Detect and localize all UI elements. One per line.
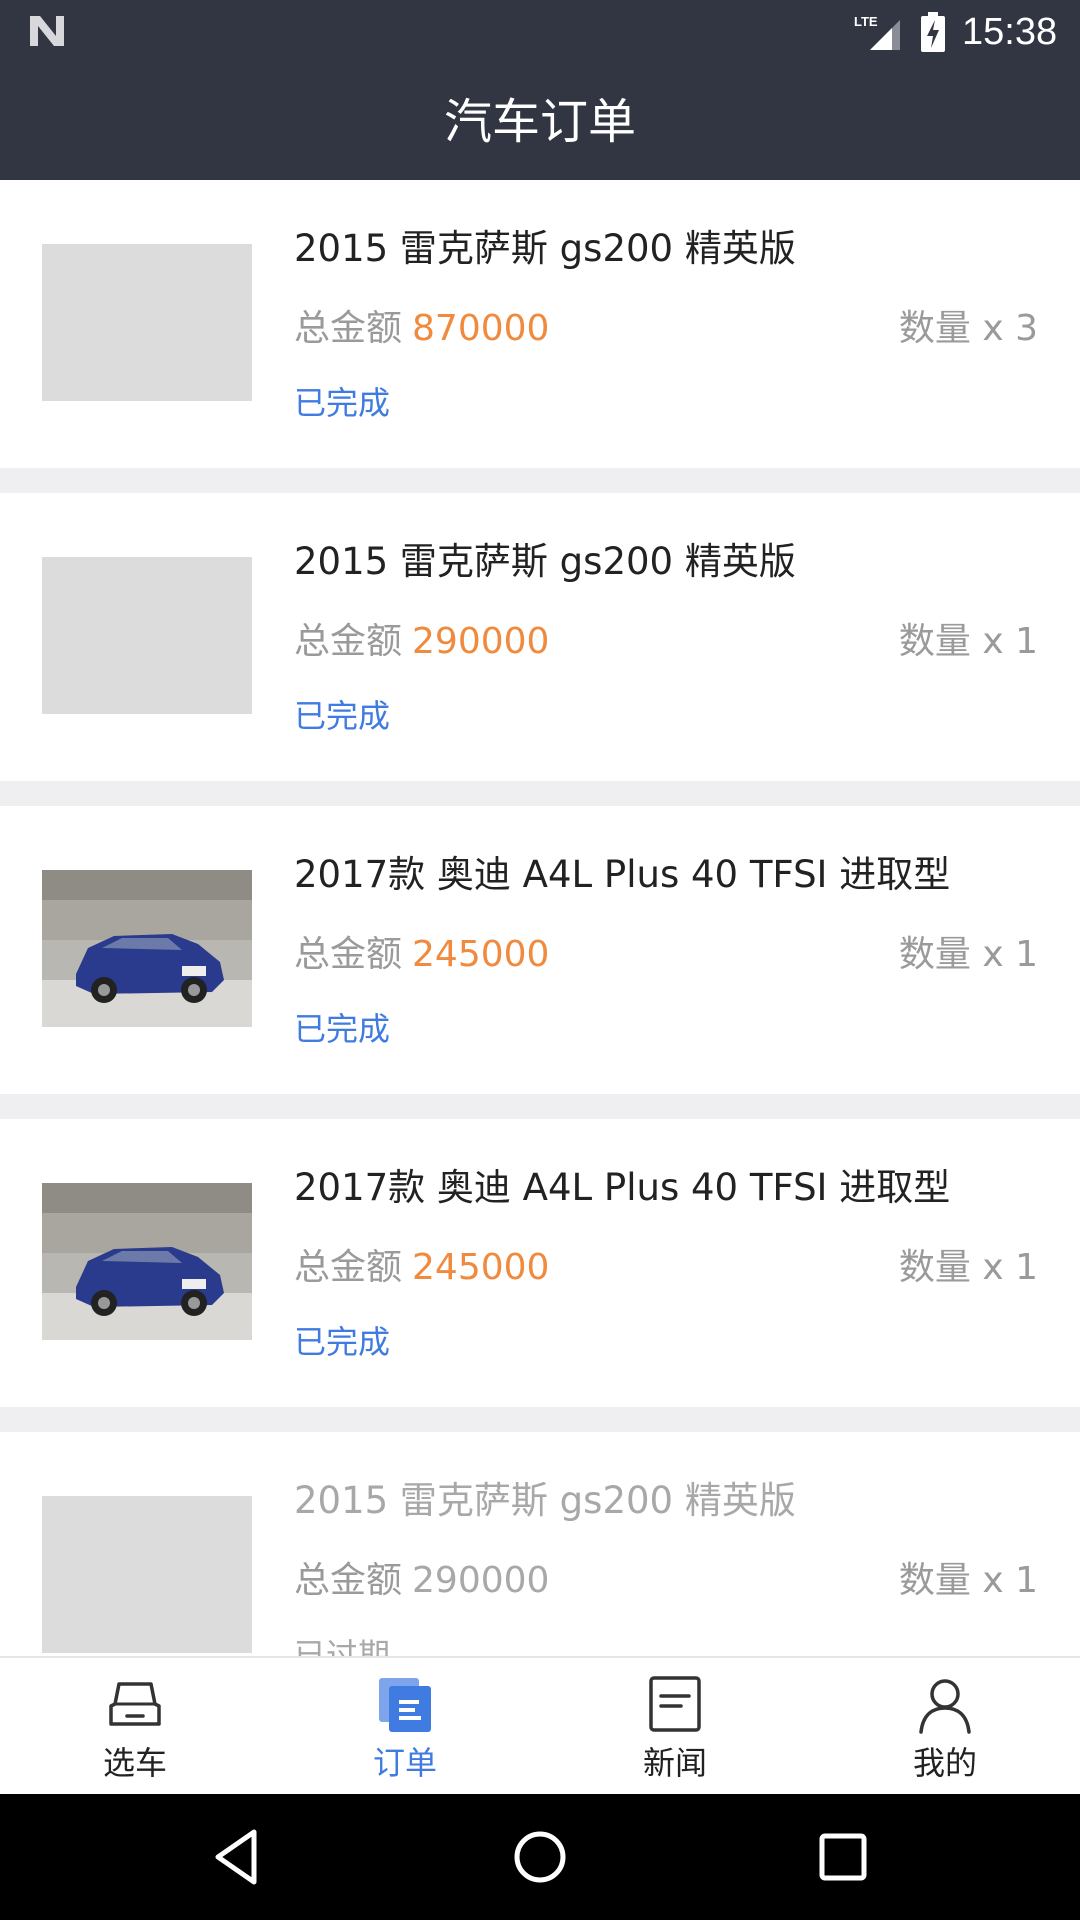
tab-news[interactable]: 新闻 [540,1658,810,1794]
car-photo [42,1183,252,1340]
order-card[interactable]: 2017款 奥迪 A4L Plus 40 TFSI 进取型 总金额 245000 … [0,1119,1080,1407]
profile-icon [919,1679,971,1734]
quantity: 数量 x 1 [898,1247,1038,1288]
car-name: 2015 雷克萨斯 gs200 精英版 [294,227,796,270]
svg-text:LTE: LTE [854,14,878,29]
amount-value: 245000 [412,934,550,975]
car-thumbnail-placeholder [42,557,252,714]
tab-label: 新闻 [642,1744,707,1782]
amount-row: 总金额 245000 [294,930,549,980]
car-icon [109,1682,161,1726]
system-navigation-bar [0,1794,1080,1920]
amount-value: 870000 [412,308,550,349]
news-icon [649,1676,701,1732]
tab-label: 订单 [372,1744,437,1782]
tab-orders[interactable]: 订单 [270,1658,540,1794]
car-thumbnail-placeholder [42,1496,252,1653]
amount-label: 总金额 [294,621,403,662]
page-title: 汽车订单 [443,94,636,150]
status-clock: 15:38 [962,11,1058,53]
amount-row: 总金额 245000 [294,1243,549,1293]
order-status: 已完成 [294,1010,391,1048]
tab-label: 我的 [912,1744,977,1782]
amount-label: 总金额 [294,1560,403,1601]
tab-profile[interactable]: 我的 [810,1658,1080,1794]
amount-value: 290000 [412,1560,550,1601]
amount-label: 总金额 [294,308,403,349]
recents-icon[interactable] [810,1824,876,1890]
car-thumbnail-placeholder [42,244,252,401]
car-name: 2017款 奥迪 A4L Plus 40 TFSI 进取型 [294,1166,951,1209]
order-card[interactable]: 2015 雷克萨斯 gs200 精英版 总金额 290000 数量 x 1 已过期 [0,1432,1080,1656]
quantity: 数量 x 1 [898,1560,1038,1601]
order-status: 已完成 [294,384,391,422]
lte-signal-icon: LTE [854,14,900,50]
amount-row: 总金额 290000 [294,1556,549,1606]
amount-row: 总金额 290000 [294,617,549,667]
home-icon[interactable] [507,1824,573,1890]
car-name: 2015 雷克萨斯 gs200 精英版 [294,540,796,583]
quantity: 数量 x 1 [898,934,1038,975]
amount-label: 总金额 [294,1247,403,1288]
order-card[interactable]: 2015 雷克萨斯 gs200 精英版 总金额 870000 数量 x 3 已完成 [0,180,1080,468]
amount-row: 总金额 870000 [294,304,549,354]
amount-label: 总金额 [294,934,403,975]
car-photo [42,870,252,1027]
bottom-tab-bar: 选车 订单 新闻 我的 [0,1656,1080,1794]
order-status: 已完成 [294,1323,391,1361]
car-name: 2017款 奥迪 A4L Plus 40 TFSI 进取型 [294,853,951,896]
quantity: 数量 x 3 [898,308,1038,349]
order-status: 已过期 [294,1636,391,1656]
battery-charging-icon [921,12,945,52]
order-card[interactable]: 2017款 奥迪 A4L Plus 40 TFSI 进取型 总金额 245000 … [0,806,1080,1094]
order-status: 已完成 [294,697,391,735]
tab-label: 选车 [102,1744,167,1782]
app-header: 汽车订单 [0,64,1080,180]
status-bar: LTE 15:38 [0,0,1080,64]
car-name: 2015 雷克萨斯 gs200 精英版 [294,1479,796,1522]
amount-value: 245000 [412,1247,550,1288]
amount-value: 290000 [412,621,550,662]
n-logo-icon [30,16,64,46]
orders-icon [379,1678,431,1732]
quantity: 数量 x 1 [898,621,1038,662]
order-list[interactable]: 2015 雷克萨斯 gs200 精英版 总金额 870000 数量 x 3 已完成… [0,180,1080,1656]
tab-select-car[interactable]: 选车 [0,1658,270,1794]
back-icon[interactable] [206,1824,272,1890]
order-card[interactable]: 2015 雷克萨斯 gs200 精英版 总金额 290000 数量 x 1 已完成 [0,493,1080,781]
